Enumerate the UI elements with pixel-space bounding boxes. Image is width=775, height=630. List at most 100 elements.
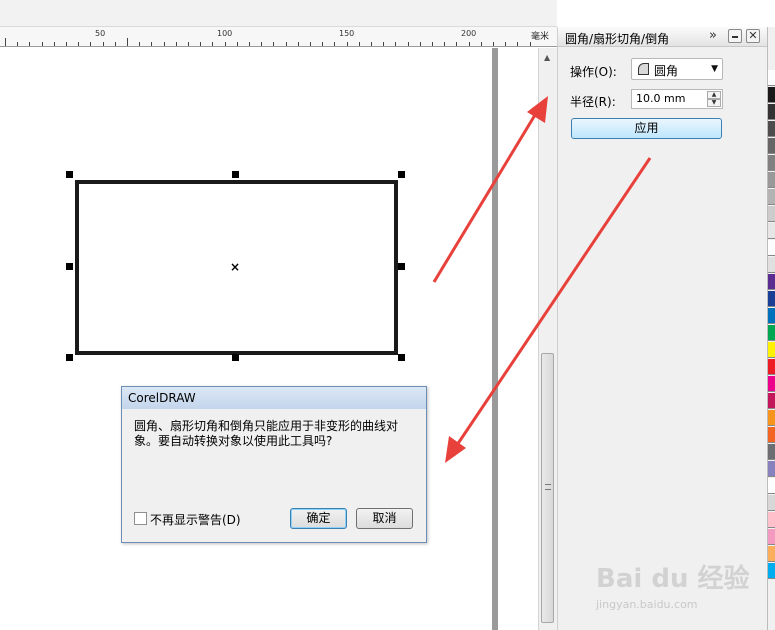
handle-middle-left[interactable] [66, 263, 73, 270]
ruler-tick [139, 42, 140, 46]
ruler-label-200: 200 [461, 29, 477, 38]
ruler-tick [334, 42, 335, 46]
operation-label: 操作(O): [570, 65, 617, 79]
color-swatch[interactable] [768, 206, 775, 222]
color-swatch[interactable] [768, 325, 775, 341]
handle-bottom-middle[interactable] [232, 354, 239, 361]
color-swatch[interactable] [768, 546, 775, 562]
color-swatch[interactable] [768, 478, 775, 494]
handle-middle-right[interactable] [398, 263, 405, 270]
color-swatch[interactable] [768, 427, 775, 443]
ruler-tick [151, 42, 152, 46]
ruler-tick [164, 42, 165, 46]
scroll-up-icon[interactable]: ▲ [544, 53, 550, 62]
ruler-tick [78, 42, 79, 46]
handle-top-right[interactable] [398, 171, 405, 178]
handle-bottom-left[interactable] [66, 354, 73, 361]
ruler-tick [225, 42, 226, 46]
ruler-tick [444, 42, 445, 46]
color-swatch[interactable] [768, 240, 775, 256]
dont-show-again-checkbox[interactable] [134, 512, 147, 525]
center-marker-icon[interactable]: × [230, 260, 240, 274]
operation-select[interactable]: 圆角 ▼ [631, 58, 723, 80]
color-swatch[interactable] [768, 308, 775, 324]
ruler-tick [29, 42, 30, 46]
color-swatch[interactable] [768, 376, 775, 392]
handle-bottom-right[interactable] [398, 354, 405, 361]
ruler-label-150: 150 [339, 29, 355, 38]
handle-top-middle[interactable] [232, 171, 239, 178]
color-swatch[interactable] [768, 444, 775, 460]
dialog-message: 圆角、扇形切角和倒角只能应用于非变形的曲线对象。要自动转换对象以使用此工具吗? [134, 419, 399, 448]
ruler-tick [383, 42, 384, 46]
ruler-tick [42, 42, 43, 46]
color-swatch[interactable] [768, 563, 775, 579]
ruler-tick [261, 42, 262, 46]
ruler-tick [530, 42, 531, 46]
watermark-text: Bai du 经验 [596, 564, 750, 594]
close-docker-button[interactable]: ✕ [746, 29, 760, 43]
fillet-shape-icon [638, 63, 649, 75]
docker-titlebar: 圆角/扇形切角/倒角 » ✕ [558, 27, 768, 47]
color-swatch[interactable] [768, 461, 775, 477]
expand-docker-icon[interactable]: » [709, 28, 717, 43]
desktop-area[interactable] [498, 48, 540, 630]
color-swatch[interactable] [768, 257, 775, 273]
ruler-tick [395, 42, 396, 46]
ruler-tick [273, 42, 274, 46]
color-swatch[interactable] [768, 495, 775, 511]
dont-show-again-label[interactable]: 不再显示警告(D) [150, 511, 241, 528]
color-swatch[interactable] [768, 104, 775, 120]
horizontal-ruler[interactable]: 50 100 150 200 毫米 [0, 27, 557, 47]
ruler-tick [420, 42, 421, 46]
ruler-tick [17, 42, 18, 46]
color-palette[interactable] [767, 27, 775, 630]
ruler-tick [176, 42, 177, 46]
color-swatch[interactable] [768, 70, 775, 86]
dialog-titlebar: CorelDRAW [122, 387, 426, 409]
minimize-icon [732, 36, 738, 38]
ruler-tick [54, 42, 55, 46]
ruler-tick [493, 42, 494, 46]
watermark-url: jingyan.baidu.com [596, 598, 698, 611]
chevron-down-icon: ▼ [711, 64, 718, 74]
radius-input[interactable]: 10.0 mm ▲ ▼ [631, 89, 723, 109]
color-swatch[interactable] [768, 342, 775, 358]
spin-up-icon[interactable]: ▲ [707, 91, 721, 99]
color-swatch[interactable] [768, 121, 775, 137]
color-swatch[interactable] [768, 189, 775, 205]
color-swatch[interactable] [768, 138, 775, 154]
scrollbar-thumb[interactable] [541, 353, 554, 623]
ruler-tick [408, 42, 409, 46]
color-swatch[interactable] [768, 359, 775, 375]
radius-label: 半径(R): [570, 95, 616, 109]
ruler-tick [359, 42, 360, 46]
minimize-docker-button[interactable] [728, 29, 742, 43]
cancel-button[interactable]: 取消 [356, 508, 413, 529]
ruler-tick [103, 42, 104, 46]
ruler-tick [322, 42, 323, 46]
color-swatch[interactable] [768, 291, 775, 307]
coreldraw-warning-dialog: CorelDRAW 圆角、扇形切角和倒角只能应用于非变形的曲线对象。要自动转换对… [121, 386, 427, 543]
ruler-tick [469, 42, 470, 46]
ok-button[interactable]: 确定 [290, 508, 347, 529]
color-swatch[interactable] [768, 529, 775, 545]
vertical-scrollbar[interactable]: ▲ [538, 48, 557, 630]
color-swatch[interactable] [768, 274, 775, 290]
operation-value: 圆角 [654, 64, 679, 78]
color-swatch[interactable] [768, 410, 775, 426]
ruler-tick [371, 42, 372, 46]
spin-down-icon[interactable]: ▼ [707, 99, 721, 107]
ruler-tick [286, 42, 287, 46]
color-swatch[interactable] [768, 87, 775, 103]
color-swatch[interactable] [768, 172, 775, 188]
ruler-tick [212, 42, 213, 46]
color-swatch[interactable] [768, 512, 775, 528]
handle-top-left[interactable] [66, 171, 73, 178]
color-swatch[interactable] [768, 155, 775, 171]
ruler-tick [188, 42, 189, 46]
ruler-label-100: 100 [217, 29, 233, 38]
color-swatch[interactable] [768, 223, 775, 239]
color-swatch[interactable] [768, 393, 775, 409]
apply-button[interactable]: 应用 [571, 118, 722, 139]
